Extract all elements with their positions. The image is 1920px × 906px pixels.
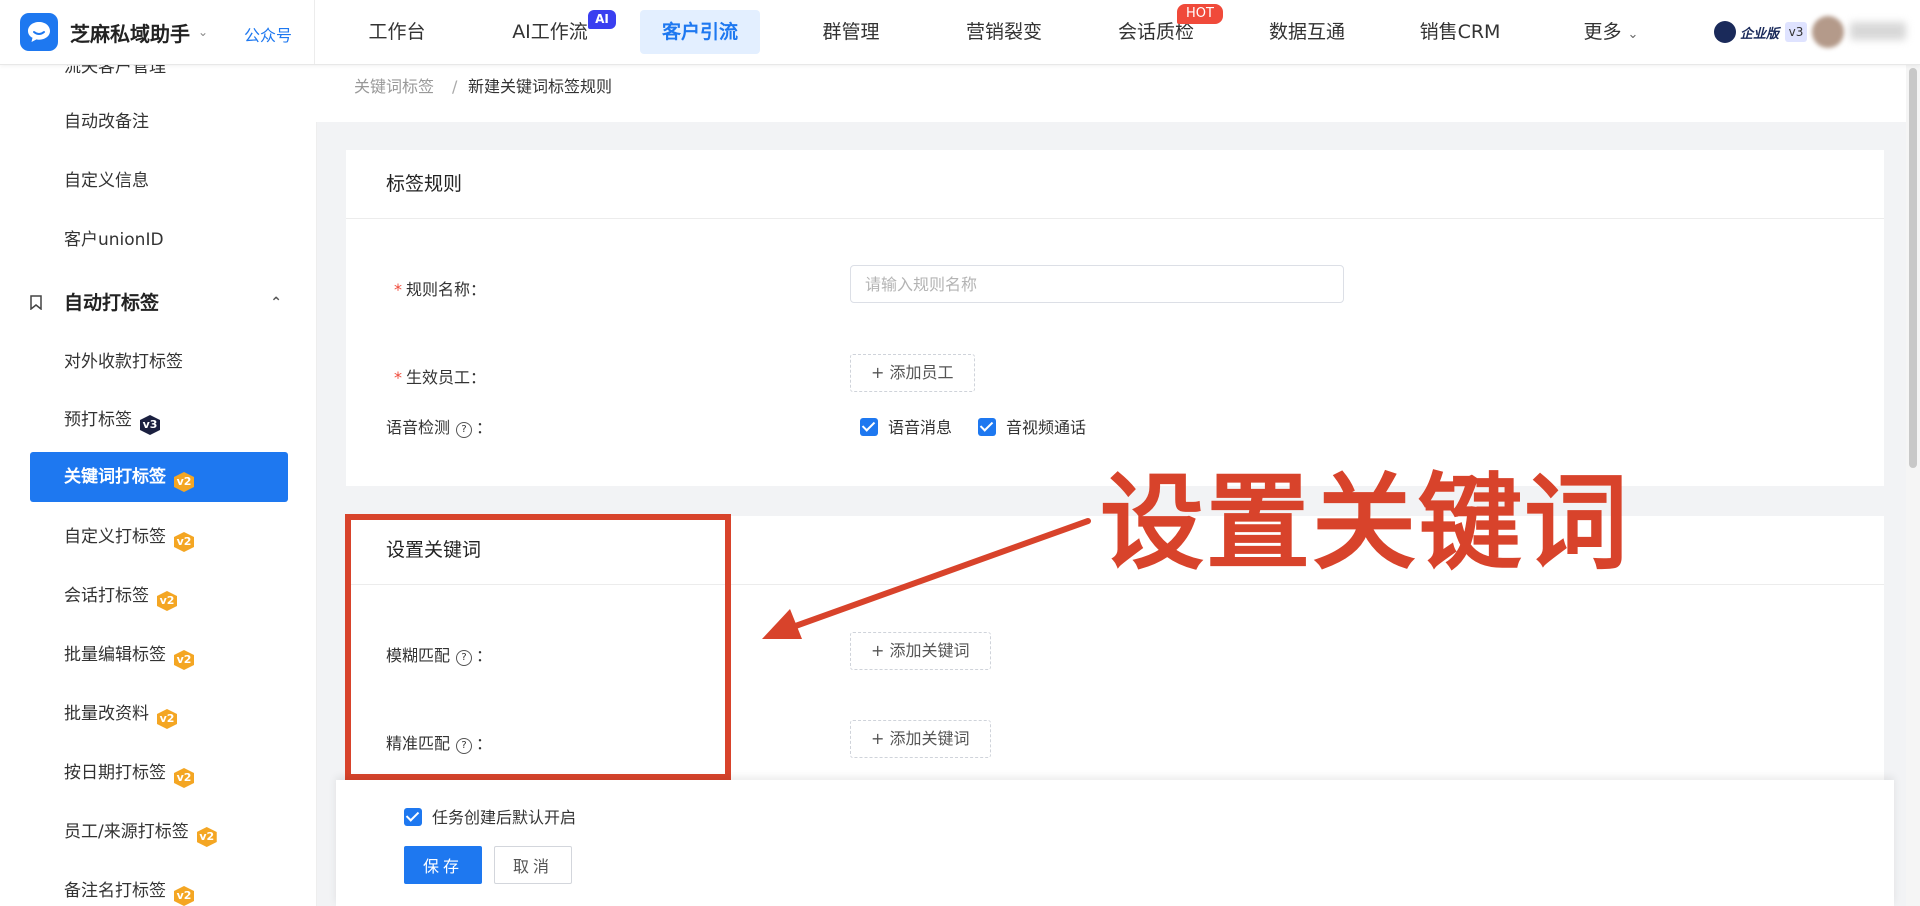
version-badge: v2 [174, 650, 194, 670]
sidebar-item-label: 批量改资料 [64, 704, 149, 724]
version-badge: v2 [174, 532, 194, 552]
voice-detect-label-text: 语音检测 [386, 418, 451, 437]
nav-data-sync[interactable]: 数据互通 [1262, 10, 1352, 54]
sidebar: 流失客户管理 自动改备注 自定义信息 客户unionID 自动打标签 ⌃ 对外收… [0, 64, 317, 906]
voice-message-label: 语音消息 [888, 418, 953, 437]
avatar[interactable] [1812, 16, 1844, 48]
checkbox-checked-icon [404, 808, 422, 826]
breadcrumb-current: 新建关键词标签规则 [468, 77, 613, 96]
enterprise-logo-icon [1714, 21, 1736, 43]
sidebar-group-auto-tag[interactable]: 自动打标签 ⌃ [30, 278, 288, 328]
app-name: 芝麻私域助手 [70, 21, 190, 46]
sidebar-item-batch-edit-tag[interactable]: 批量编辑标签 v2 [64, 630, 194, 680]
nav-sales-crm[interactable]: 销售CRM [1410, 10, 1510, 54]
account-type-link[interactable]: 公众号 [244, 22, 292, 46]
chevron-up-icon: ⌃ [270, 295, 282, 311]
bookmark-icon [30, 295, 42, 310]
divider [314, 0, 315, 64]
edition-badge[interactable]: 企业版 v3 [1714, 20, 1808, 44]
add-exact-keyword-button[interactable]: + 添加关键词 [850, 720, 991, 758]
version-badge: v2 [174, 768, 194, 788]
sidebar-item-remark-name-tag[interactable]: 备注名打标签 v2 [64, 866, 194, 906]
required-asterisk: * [394, 368, 402, 387]
help-icon[interactable]: ? [456, 422, 473, 438]
annotation-arrow-icon [762, 518, 1091, 639]
nav-workbench[interactable]: 工作台 [352, 10, 442, 54]
nav-ai-workflow[interactable]: AI工作流 [500, 10, 600, 54]
sidebar-item-label: 备注名打标签 [64, 881, 166, 901]
checkbox-checked-icon [860, 418, 878, 436]
sidebar-item-custom-info[interactable]: 自定义信息 [64, 156, 149, 206]
av-call-label: 音视频通话 [1006, 418, 1087, 437]
sidebar-item-date-tag[interactable]: 按日期打标签 v2 [64, 748, 194, 798]
rule-name-input[interactable] [850, 265, 1344, 303]
breadcrumb-parent-link[interactable]: 关键词标签 [354, 64, 434, 110]
staff-label: * 生效员工： [394, 364, 486, 388]
nav-group-management[interactable]: 群管理 [806, 10, 896, 54]
app-logo-icon [20, 13, 58, 51]
staff-label-text: 生效员工： [406, 368, 487, 387]
version-badge: v2 [157, 591, 177, 611]
default-enable-label: 任务创建后默认开启 [432, 808, 577, 827]
sidebar-group-label: 自动打标签 [64, 292, 160, 314]
required-asterisk: * [394, 280, 402, 299]
cancel-button[interactable]: 取消 [494, 846, 572, 884]
checkbox-checked-icon [978, 418, 996, 436]
nav-customer-acquisition[interactable]: 客户引流 [640, 10, 760, 54]
sidebar-item-label: 批量编辑标签 [64, 645, 166, 665]
version-badge: v2 [174, 886, 194, 906]
sidebar-item-payment-tag[interactable]: 对外收款打标签 [64, 337, 183, 387]
sidebar-item-pre-tag[interactable]: 预打标签 v3 [64, 395, 160, 445]
breadcrumb: 关键词标签 / 新建关键词标签规则 [316, 64, 1906, 122]
edition-label: 企业版 [1740, 26, 1780, 42]
sidebar-item-label: 关键词打标签 [64, 467, 166, 487]
default-enable-checkbox[interactable]: 任务创建后默认开启 [404, 804, 576, 828]
rule-name-label: * 规则名称： [394, 276, 486, 300]
user-name-blurred[interactable] [1850, 22, 1906, 40]
sidebar-item-label: 对外收款打标签 [64, 352, 183, 372]
voice-message-checkbox[interactable]: 语音消息 [860, 414, 952, 438]
nav-marketing-fission[interactable]: 营销裂变 [954, 10, 1054, 54]
sidebar-item-unionid[interactable]: 客户unionID [64, 215, 164, 265]
breadcrumb-separator: / [452, 77, 458, 96]
av-call-checkbox[interactable]: 音视频通话 [978, 414, 1086, 438]
chevron-down-icon[interactable]: ⌄ [198, 25, 208, 39]
form-footer: 任务创建后默认开启 保存 取消 [336, 780, 1894, 906]
sidebar-item-label: 员工/来源打标签 [64, 822, 189, 842]
version-badge: v2 [174, 472, 194, 492]
sidebar-item-batch-edit-profile[interactable]: 批量改资料 v2 [64, 689, 177, 739]
rule-name-label-text: 规则名称： [406, 280, 487, 299]
sidebar-item-label: 自定义打标签 [64, 527, 166, 547]
ai-badge: AI [588, 10, 616, 29]
sidebar-item-session-tag[interactable]: 会话打标签 v2 [64, 571, 177, 621]
add-staff-button[interactable]: + 添加员工 [850, 354, 975, 392]
top-nav-bar: 芝麻私域助手 ⌄ 公众号 工作台 AI工作流 AI 客户引流 群管理 营销裂变 … [0, 0, 1920, 65]
annotation-label: 设置关键词 [1100, 462, 1631, 584]
chevron-down-icon: ⌄ [1627, 27, 1639, 42]
edition-version: v3 [1785, 22, 1808, 42]
annotation-highlight-box [345, 514, 731, 780]
sidebar-item-auto-remark[interactable]: 自动改备注 [64, 97, 149, 147]
brand[interactable]: 芝麻私域助手 ⌄ [20, 12, 208, 52]
save-button[interactable]: 保存 [404, 846, 482, 884]
page-scrollbar[interactable] [1906, 64, 1920, 906]
sidebar-item-label: 预打标签 [64, 410, 132, 430]
nav-more[interactable]: 更多 ⌄ [1576, 10, 1646, 54]
sidebar-item-label: 按日期打标签 [64, 763, 166, 783]
nav-more-label: 更多 [1583, 21, 1622, 43]
sidebar-item-staff-source-tag[interactable]: 员工/来源打标签 v2 [64, 807, 217, 857]
version-badge: v2 [196, 827, 217, 847]
hot-badge: HOT [1177, 4, 1223, 24]
rule-card: 标签规则 *规则名称： *生效员工： + 添加员工 语音检测?： 语音消息 音视… [346, 150, 1884, 486]
version-badge: v2 [157, 709, 177, 729]
sidebar-item-keyword-tag[interactable]: 关键词打标签 v2 [30, 452, 288, 502]
sidebar-item-churn-management[interactable]: 流失客户管理 [64, 64, 166, 92]
scrollbar-thumb[interactable] [1909, 68, 1917, 468]
sidebar-item-custom-tag[interactable]: 自定义打标签 v2 [64, 512, 194, 562]
sidebar-item-label: 会话打标签 [64, 586, 149, 606]
rule-card-title: 标签规则 [346, 150, 1884, 219]
version-badge: v3 [140, 415, 160, 435]
voice-detect-label: 语音检测?： [386, 418, 493, 438]
